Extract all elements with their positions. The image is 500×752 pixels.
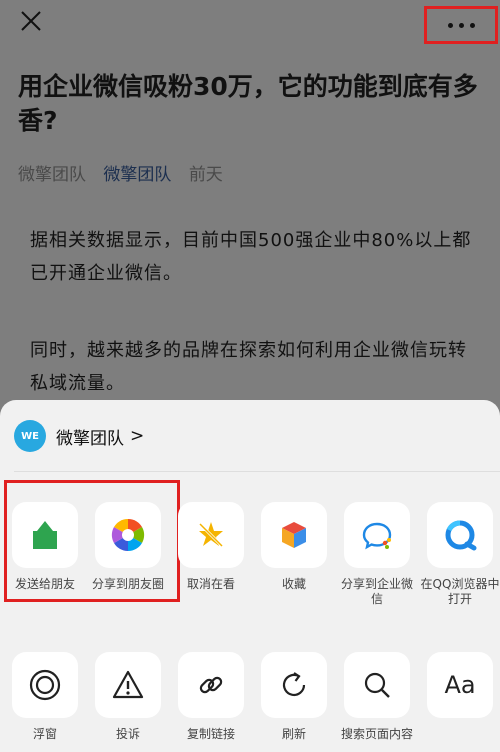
open-in-qq-browser-label: 在QQ浏览器中打开	[420, 577, 500, 606]
cancel-wow-button[interactable]: 取消在看	[170, 502, 252, 592]
article-meta: 微擎团队 微擎团队 前天	[18, 160, 235, 185]
favorite-label: 收藏	[281, 577, 306, 591]
article-title: 用企业微信吸粉30万，它的功能到底有多香?	[18, 72, 478, 135]
close-button[interactable]	[16, 6, 46, 36]
refresh-icon	[282, 672, 306, 697]
cancel-wow-icon	[198, 522, 224, 548]
more-icon-dot	[458, 22, 464, 28]
copy-link-button[interactable]: 复制链接	[170, 652, 252, 742]
copy-link-label: 复制链接	[186, 727, 235, 741]
refresh-button[interactable]: 刷新	[253, 652, 335, 742]
account-link[interactable]: 微擎团队	[103, 165, 171, 185]
complaint-label: 投诉	[115, 727, 140, 741]
complaint-icon	[112, 670, 144, 699]
font-size-icon: Aa	[444, 671, 476, 699]
complaint-button[interactable]: 投诉	[87, 652, 169, 742]
share-to-wecom-button[interactable]: 分享到企业微信	[336, 502, 418, 607]
wecom-icon	[362, 522, 392, 550]
favorite-icon	[282, 522, 306, 548]
open-in-qq-browser-button[interactable]: 在QQ浏览器中打开	[419, 502, 500, 607]
search-page-button[interactable]: 搜索页面内容	[336, 652, 418, 742]
refresh-label: 刷新	[281, 727, 306, 741]
float-window-label: 浮窗	[32, 727, 57, 741]
account-name: 微擎团队	[56, 428, 124, 449]
qq-browser-icon	[445, 520, 477, 551]
search-page-label: 搜索页面内容	[340, 727, 413, 741]
cancel-wow-label: 取消在看	[186, 577, 235, 591]
share-to-wecom-label: 分享到企业微信	[340, 577, 413, 606]
more-icon	[447, 22, 453, 28]
float-window-button[interactable]: 浮窗	[4, 652, 86, 742]
close-icon	[21, 11, 41, 31]
article-source: 微擎团队	[18, 165, 86, 185]
float-window-icon	[29, 669, 61, 701]
article-date: 前天	[188, 165, 223, 185]
article-view: 用企业微信吸粉30万，它的功能到底有多香? 微擎团队 微擎团队 前天 据相关数据…	[0, 0, 500, 420]
chevron-right-icon: >	[130, 426, 145, 446]
account-row[interactable]: WE 微擎团队 >	[14, 420, 144, 452]
send-to-friend-icon	[33, 521, 57, 549]
more-button[interactable]	[424, 6, 498, 44]
send-to-friend-label: 发送给朋友	[14, 577, 75, 591]
article-paragraph: 同时，越来越多的品牌在探索如何利用企业微信玩转私域流量。	[30, 340, 467, 394]
share-sheet: WE 微擎团队 > 发送给朋友 分享到朋友圈 取消在看 收藏 分享到企业微信 在…	[0, 400, 500, 752]
share-to-moments-label: 分享到朋友圈	[91, 577, 164, 591]
copy-link-icon	[199, 676, 223, 694]
article-paragraph: 据相关数据显示，目前中国500强企业中80%以上都已开通企业微信。	[30, 230, 472, 284]
search-icon	[364, 672, 390, 698]
favorite-button[interactable]: 收藏	[253, 502, 335, 592]
send-to-friend-button[interactable]: 发送给朋友	[4, 502, 86, 592]
more-icon-dot	[469, 22, 475, 28]
moments-icon	[111, 518, 145, 552]
font-size-button[interactable]: Aa	[419, 652, 500, 718]
divider	[14, 471, 500, 472]
account-logo: WE	[14, 420, 46, 452]
share-to-moments-button[interactable]: 分享到朋友圈	[87, 502, 169, 592]
